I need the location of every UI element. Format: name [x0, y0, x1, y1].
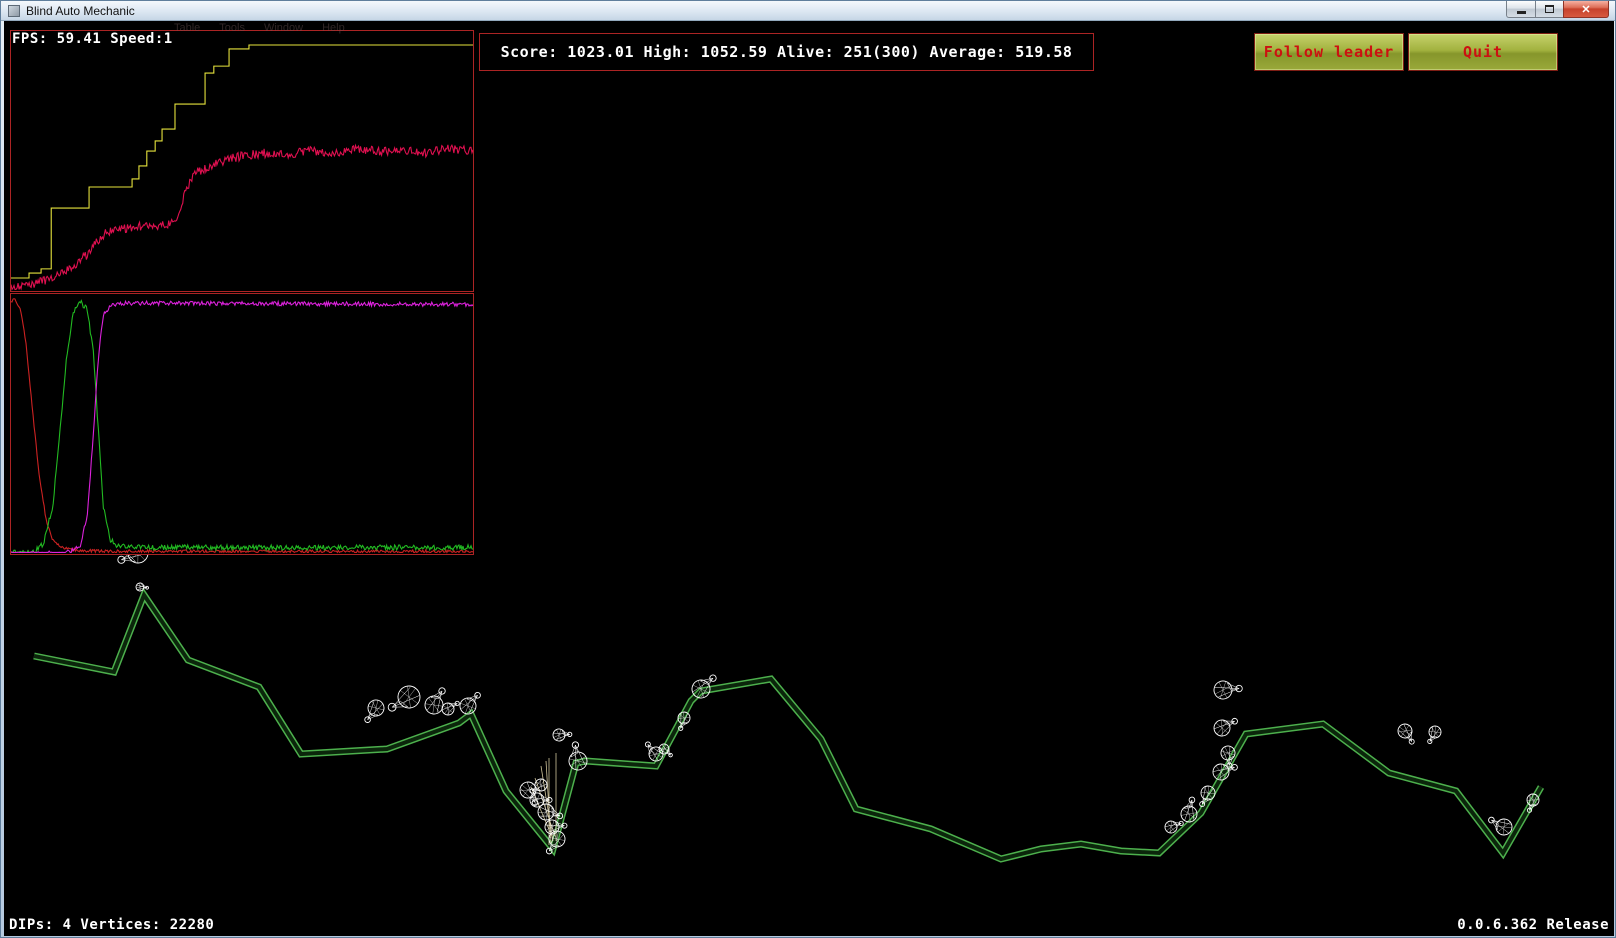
menu-item-window[interactable]: Window: [264, 22, 303, 34]
maximize-icon: [1545, 5, 1554, 13]
population-chart: [10, 293, 474, 555]
close-icon: ✕: [1581, 3, 1591, 16]
dips-readout: DIPs: 4 Vertices: 22280: [9, 917, 215, 933]
window-title: Blind Auto Mechanic: [26, 3, 135, 18]
score-panel: Score: 1023.01 High: 1052.59 Alive: 251(…: [479, 33, 1094, 71]
minimize-button[interactable]: [1506, 1, 1536, 18]
menubar: Table Tools Window Help: [174, 22, 345, 34]
close-button[interactable]: ✕: [1563, 1, 1609, 18]
follow-leader-button[interactable]: Follow leader: [1254, 33, 1404, 71]
menu-item-tools[interactable]: Tools: [219, 22, 245, 34]
app-icon: [8, 4, 20, 17]
titlebar[interactable]: Blind Auto Mechanic ✕: [1, 1, 1615, 21]
quit-button[interactable]: Quit: [1408, 33, 1558, 71]
menu-item-help[interactable]: Help: [322, 22, 345, 34]
score-history-chart: [10, 30, 474, 292]
fps-readout: FPS: 59.41 Speed:1: [12, 31, 173, 47]
simulation-canvas: Table Tools Window Help FPS: 59.41 Speed…: [4, 21, 1614, 936]
window-controls: ✕: [1506, 1, 1609, 18]
minimize-icon: [1516, 11, 1526, 14]
maximize-button[interactable]: [1535, 1, 1564, 18]
version-label: 0.0.6.362 Release: [1457, 917, 1609, 933]
menu-item-table[interactable]: Table: [174, 22, 200, 34]
app-window: Blind Auto Mechanic ✕ Table Tools Window…: [0, 0, 1616, 938]
